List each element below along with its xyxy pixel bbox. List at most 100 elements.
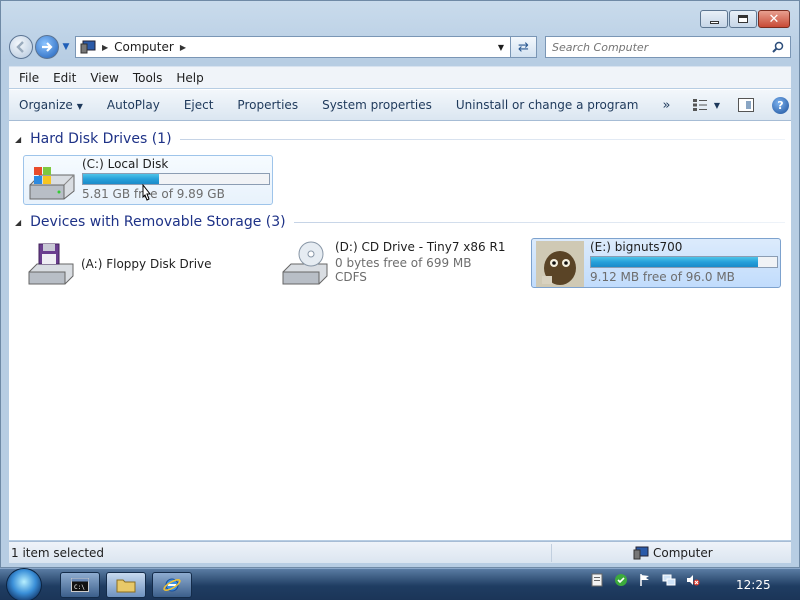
drive-c-free-space: 5.81 GB free of 9.89 GB: [82, 187, 225, 201]
drive-e-free-space: 9.12 MB free of 96.0 MB: [590, 270, 735, 284]
group-header-removable[interactable]: ◢ Devices with Removable Storage (3): [15, 214, 785, 230]
address-row: ▼ ▶ Computer ▶ ▼ ⇄: [9, 33, 791, 61]
minimize-icon: [709, 20, 719, 24]
drive-d-info: (D:) CD Drive - Tiny7 x86 R1 0 bytes fre…: [335, 239, 505, 284]
folder-icon: [116, 579, 136, 593]
system-tray: [590, 573, 710, 587]
view-controls: ▼ ?: [692, 96, 791, 114]
group-header-hard-disk[interactable]: ◢ Hard Disk Drives (1): [15, 131, 785, 147]
menu-view[interactable]: View: [90, 71, 118, 85]
hard-drive-icon: [29, 167, 75, 200]
action-center-flag-icon[interactable]: [638, 573, 652, 587]
organize-button[interactable]: Organize ▼: [19, 98, 83, 112]
taskbar-ie-button[interactable]: [152, 572, 192, 598]
explorer-window: ✕ ▼ ▶ Computer ▶ ▼ ⇄ File: [0, 0, 800, 568]
drive-e-tile[interactable]: (E:) bignuts700 9.12 MB free of 96.0 MB: [531, 238, 781, 288]
security-check-icon[interactable]: [614, 573, 628, 587]
menu-tools[interactable]: Tools: [133, 71, 163, 85]
drive-a-info: (A:) Floppy Disk Drive: [81, 239, 212, 271]
content-area: ◢ Hard Disk Drives (1) (C:) Local Disk 5…: [9, 121, 791, 540]
properties-button[interactable]: Properties: [237, 98, 298, 112]
breadcrumb-separator-icon[interactable]: ▶: [180, 43, 186, 52]
menu-file[interactable]: File: [19, 71, 39, 85]
taskbar-explorer-button[interactable]: [106, 572, 146, 598]
group-title: Devices with Removable Storage (3): [30, 214, 286, 230]
caption-buttons: ✕: [699, 10, 790, 28]
forward-button[interactable]: [35, 35, 59, 59]
drive-e-info: (E:) bignuts700 9.12 MB free of 96.0 MB: [590, 239, 778, 284]
drive-e-name: (E:) bignuts700: [590, 240, 683, 254]
start-button[interactable]: [6, 568, 42, 600]
change-view-icon[interactable]: [692, 98, 708, 112]
view-options-dropdown-icon[interactable]: ▼: [714, 101, 720, 110]
chevron-down-icon: ▼: [76, 102, 83, 111]
close-button[interactable]: ✕: [758, 10, 790, 28]
preview-pane-icon[interactable]: [738, 98, 754, 112]
search-box[interactable]: [545, 36, 791, 58]
refresh-button[interactable]: ⇄: [511, 36, 537, 58]
menu-edit[interactable]: Edit: [53, 71, 76, 85]
internet-explorer-icon: [163, 578, 181, 592]
address-bar[interactable]: ▶ Computer ▶ ▼: [75, 36, 511, 58]
status-location: Computer: [633, 546, 713, 560]
back-arrow-icon: [16, 41, 24, 53]
computer-icon: [80, 40, 96, 54]
network-icon[interactable]: [662, 573, 676, 587]
drive-thumbnail-icon: [536, 241, 584, 287]
selection-status: 1 item selected: [11, 545, 105, 560]
taskbar-clock[interactable]: 12:25: [736, 578, 771, 592]
svg-text:C:\: C:\: [74, 584, 85, 591]
drive-c-capacity-bar: [82, 173, 270, 185]
menu-help[interactable]: Help: [176, 71, 203, 85]
status-location-label: Computer: [653, 545, 713, 560]
maximize-button[interactable]: [729, 10, 757, 28]
search-icon[interactable]: [772, 41, 784, 53]
autoplay-button[interactable]: AutoPlay: [107, 98, 160, 112]
collapse-triangle-icon: ◢: [15, 134, 22, 144]
maximize-icon: [738, 15, 748, 23]
drive-d-filesystem: CDFS: [335, 270, 367, 284]
menu-bar: File Edit View Tools Help: [9, 66, 791, 88]
cd-drive-icon: [282, 241, 328, 285]
group-title: Hard Disk Drives (1): [30, 131, 172, 147]
group-divider: [293, 221, 785, 223]
help-icon[interactable]: ?: [772, 96, 789, 114]
status-divider: [551, 544, 552, 562]
drive-e-capacity-fill: [591, 257, 759, 267]
recent-pages-dropdown[interactable]: ▼: [61, 42, 71, 52]
address-history-dropdown-icon[interactable]: ▼: [498, 43, 504, 52]
command-bar: Organize ▼ AutoPlay Eject Properties Syst…: [9, 89, 791, 121]
drive-c-capacity-fill: [83, 174, 160, 184]
taskbar: C:\ 12:25: [0, 568, 800, 600]
volume-muted-icon[interactable]: [686, 573, 700, 587]
taskbar-cmd-button[interactable]: C:\: [60, 572, 100, 598]
computer-icon: [633, 546, 649, 559]
status-bar: 1 item selected Computer: [9, 541, 791, 563]
forward-arrow-icon: [42, 42, 53, 52]
uninstall-program-button[interactable]: Uninstall or change a program: [456, 98, 639, 112]
more-commands-button[interactable]: »: [662, 98, 670, 113]
close-icon: ✕: [768, 11, 780, 27]
search-input[interactable]: [552, 40, 772, 54]
drive-c-info: (C:) Local Disk 5.81 GB free of 9.89 GB: [82, 156, 270, 201]
drive-a-tile[interactable]: (A:) Floppy Disk Drive: [23, 239, 263, 289]
drive-e-capacity-bar: [590, 256, 778, 268]
eject-button[interactable]: Eject: [184, 98, 214, 112]
drive-d-name: (D:) CD Drive - Tiny7 x86 R1: [335, 240, 506, 254]
organize-label: Organize: [19, 98, 73, 112]
refresh-icon: ⇄: [518, 39, 529, 55]
breadcrumb-computer[interactable]: Computer: [114, 40, 174, 54]
notes-icon[interactable]: [590, 573, 604, 587]
minimize-button[interactable]: [700, 10, 728, 28]
back-button[interactable]: [9, 35, 33, 59]
floppy-drive-icon: [28, 243, 74, 285]
group-divider: [179, 138, 785, 140]
system-properties-button[interactable]: System properties: [322, 98, 432, 112]
collapse-triangle-icon: ◢: [15, 217, 22, 227]
drive-d-free-space: 0 bytes free of 699 MB: [335, 256, 472, 270]
mouse-cursor-icon: [142, 184, 152, 201]
breadcrumb-separator-icon[interactable]: ▶: [102, 43, 108, 52]
drive-c-name: (C:) Local Disk: [82, 157, 169, 171]
drive-d-tile[interactable]: (D:) CD Drive - Tiny7 x86 R1 0 bytes fre…: [277, 239, 527, 289]
drive-a-name: (A:) Floppy Disk Drive: [81, 257, 212, 271]
